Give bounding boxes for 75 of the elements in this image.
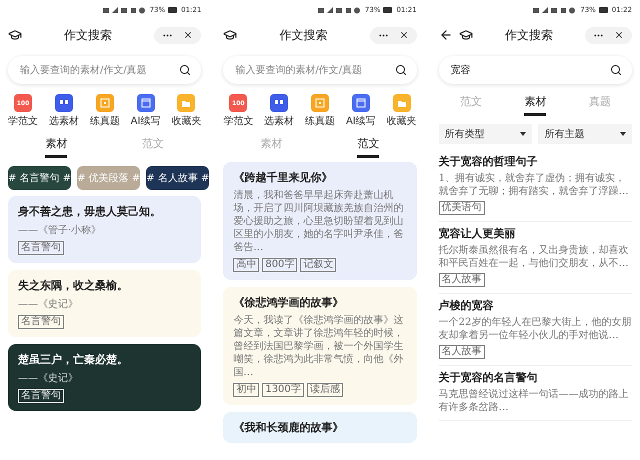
result-title[interactable]: 关于宽容的哲理句子	[438, 154, 632, 169]
tag-label: 名言警句	[18, 389, 64, 403]
card-source: ——《史记》	[18, 298, 79, 311]
content-card[interactable]: 《徐悲鸿学画的故事》 今天，我读了《徐悲鸿学画的故事》这篇文章，文章讲了徐悲鸿年轻的时候，曾经到法国巴黎学画，被一个外国学生嘲笑，徐悲鸿为此非常气愤，向他《外国… 初中 1300字 读后感	[223, 287, 417, 405]
card-title: 《徐悲鸿学画的故事》	[233, 295, 344, 310]
content-card[interactable]: 失之东隅，收之桑榆。 ——《史记》 名言警句	[8, 270, 202, 337]
card-title: 楚虽三户，亡秦必楚。	[18, 352, 129, 367]
result-excerpt: 托尔斯泰虽然很有名，又出身贵族，却喜欢和平民百姓在一起，与他们交朋友，从不…	[438, 244, 630, 270]
filter-dropdown[interactable]: 所有类型	[438, 124, 532, 144]
card-excerpt: 清晨，我和爸爸早早起床奔赴萧山机场，开启了四川阿坝藏族羌族自治州的爱心援助之旅，心里急切盼望着见到山区里的小朋友，她的名字叫尹承佳，爸爸告…	[233, 189, 404, 254]
graduation-cap-icon[interactable]	[8, 28, 22, 42]
battery-icon	[598, 7, 609, 13]
search-input[interactable]: 输入要查询的素材/作文/真题	[18, 64, 180, 76]
content-card[interactable]: 《我和长颈鹿的故事》	[223, 412, 417, 443]
card-source: ——《史记》	[18, 372, 79, 385]
card-title: 身不善之患，毋患人莫己知。	[18, 204, 162, 219]
search-icon[interactable]	[394, 64, 407, 76]
page-title: 作文搜索	[63, 26, 114, 44]
shortcut-button[interactable]: 收藏夹	[386, 94, 417, 128]
tag-label: 名人故事	[438, 345, 485, 359]
card-title: 失之东隅，收之桑榆。	[18, 278, 129, 293]
tag-label: 名言警句	[18, 241, 64, 255]
result-excerpt: 马克思曾经说过这样一句话——成功的路上有许多条岔路…	[438, 388, 630, 414]
tab[interactable]: 素材	[524, 94, 546, 116]
search-icon[interactable]	[610, 64, 622, 76]
shortcut-button[interactable]: 选素材	[48, 94, 79, 128]
battery-icon	[168, 7, 178, 13]
card-excerpt: 今天，我读了《徐悲鸿学画的故事》这篇文章，文章讲了徐悲鸿年轻的时候，曾经到法国巴黎学画，被一个外国学生嘲笑，徐悲鸿为此非常气愤，向他《外国…	[233, 314, 404, 379]
tag-label: 名言警句	[18, 315, 64, 329]
result-title[interactable]: 卢梭的宽容	[438, 298, 632, 313]
shortcut-button[interactable]: 收藏夹	[171, 94, 202, 128]
result-excerpt: 一个22岁的年轻人在巴黎大街上，他的女朋友却拿着另一位年轻小伙儿的手对他说…	[438, 316, 632, 342]
graduation-cap-icon[interactable]	[458, 28, 473, 42]
tag-label: 读后感	[306, 383, 343, 397]
tag-label: 800字	[262, 258, 298, 272]
caret-icon	[520, 132, 526, 136]
tab[interactable]: 素材	[45, 136, 68, 158]
tag-label: 记叙文	[300, 258, 336, 272]
shortcut-button[interactable]: 练真题	[305, 94, 336, 128]
content-card[interactable]: 身不善之患，毋患人莫己知。 ——《管子·小称》 名言警句	[8, 196, 202, 263]
close-icon[interactable]	[398, 30, 409, 40]
close-icon[interactable]	[183, 30, 194, 40]
content-card[interactable]: 《跨越千里来见你》 清晨，我和爸爸早早起床奔赴萧山机场，开启了四川阿坝藏族羌族自治州的爱心援助之旅，心里急切盼望着见到山区里的小朋友，她的名字叫尹承佳，爸爸告… 高中 800字 记叙文	[223, 162, 417, 280]
topic-chip[interactable]: # 名人故事 #	[146, 166, 210, 190]
signal-icons	[102, 6, 147, 14]
tag-label: 初中	[233, 383, 260, 397]
result-title[interactable]: 宽容让人更美丽	[438, 226, 632, 241]
battery-icon	[383, 7, 394, 13]
page-title: 作文搜索	[504, 26, 554, 44]
card-title: 《我和长颈鹿的故事》	[233, 420, 344, 435]
caret-icon	[620, 132, 626, 136]
search-input[interactable]: 输入要查询的素材/作文/真题	[233, 64, 395, 76]
result-excerpt: 1、拥有诚实，就舍弃了虚伪；拥有诚实，就舍弃了无聊；拥有踏实，就舍弃了浮躁…	[438, 172, 630, 198]
result-title[interactable]: 关于宽容的名言警句	[438, 370, 632, 385]
tag-label: 名人故事	[438, 273, 485, 287]
signal-icons	[318, 6, 362, 14]
filter-dropdown[interactable]: 所有主题	[538, 124, 632, 144]
close-icon[interactable]	[614, 30, 624, 40]
page-title: 作文搜索	[278, 26, 328, 44]
photo-card[interactable]: 楚虽三户，亡秦必楚。 ——《史记》 名言警句	[8, 344, 202, 411]
signal-icons	[533, 6, 578, 14]
topic-chip[interactable]: # 名言警句 #	[8, 166, 72, 190]
graduation-cap-icon[interactable]	[223, 28, 238, 42]
tag-label: 优美语句	[438, 201, 485, 215]
tag-label: 高中	[233, 258, 260, 272]
tag-label: 1300字	[262, 383, 304, 397]
tab[interactable]: 范文	[357, 136, 380, 158]
card-source: ——《管子·小称》	[18, 224, 102, 237]
search-icon[interactable]	[179, 64, 192, 76]
shortcut-button[interactable]: AI续写	[346, 94, 376, 128]
shortcut-button[interactable]: 练真题	[90, 94, 120, 128]
shortcut-button[interactable]: 选素材	[264, 94, 294, 128]
shortcut-button[interactable]: AI续写	[130, 94, 160, 128]
card-title: 《跨越千里来见你》	[233, 170, 334, 185]
search-input[interactable]: 宽容	[448, 64, 610, 76]
